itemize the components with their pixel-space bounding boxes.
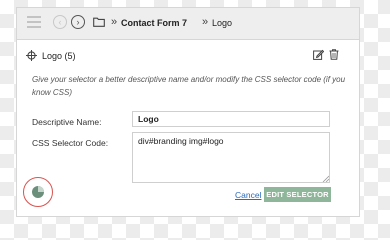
css-selector-textarea[interactable]: div#branding img#logo (132, 132, 330, 183)
css-selector-label: CSS Selector Code: (32, 138, 109, 148)
breadcrumb-current: Logo (212, 18, 233, 28)
circle-arrow-right-icon[interactable]: › (71, 15, 85, 29)
trash-icon[interactable] (329, 49, 339, 60)
edit-icon[interactable] (313, 49, 324, 60)
breadcrumb-separator: » (111, 16, 118, 28)
pie-chart-icon[interactable] (31, 185, 45, 199)
edit-selector-button[interactable]: EDIT SELECTOR (264, 187, 331, 202)
resize-grip-icon[interactable] (322, 175, 329, 182)
instructions-text: Give your selector a better descriptive … (32, 75, 346, 97)
descriptive-name-label: Descriptive Name: (32, 117, 102, 127)
selector-title: Logo (5) (42, 51, 76, 61)
breadcrumb-separator: » (202, 16, 209, 28)
selector-edit-panel: Logo (5) Give your selector a better des… (16, 39, 360, 217)
selector-toolbar: ‹ › » Contact Form 7 » Logo (16, 7, 360, 39)
hamburger-icon[interactable] (27, 16, 41, 29)
highlight-ring (23, 177, 53, 207)
crosshair-icon (26, 50, 37, 61)
cancel-link[interactable]: Cancel (235, 190, 261, 200)
descriptive-name-input[interactable] (132, 111, 330, 127)
circle-arrow-left-icon[interactable]: ‹ (53, 15, 67, 29)
breadcrumb-page[interactable]: Contact Form 7 (121, 18, 187, 28)
folder-icon[interactable] (93, 17, 105, 27)
